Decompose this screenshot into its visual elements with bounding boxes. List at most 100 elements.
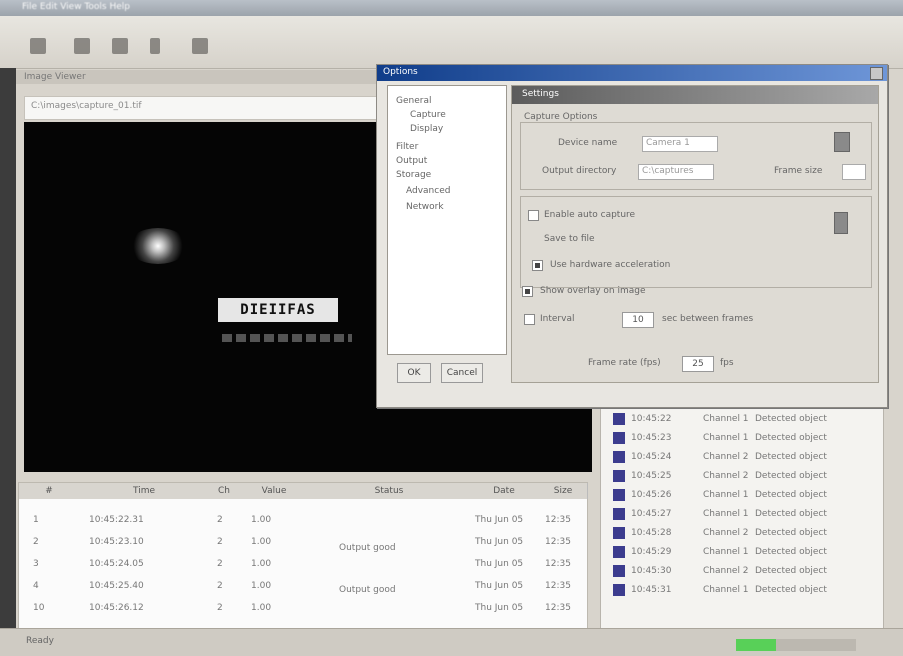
log-channel: Channel 1 [703, 547, 749, 557]
device-name-value: Camera 1 [646, 138, 690, 148]
log-icon [613, 508, 625, 520]
path-input[interactable]: C:\images\capture_01.tif [24, 96, 386, 120]
column-header[interactable]: Date [469, 483, 540, 499]
tree-item[interactable]: General [396, 96, 431, 106]
open-icon[interactable] [30, 38, 46, 54]
hw-accel-checkbox[interactable] [532, 260, 543, 271]
column-header[interactable]: # [19, 483, 80, 499]
cell: 2 [217, 603, 223, 613]
list-item[interactable]: 10:45:28 Channel 2 Detected object [607, 525, 839, 543]
list-item[interactable]: 10:45:25 Channel 2 Detected object [607, 468, 839, 486]
browse-icon[interactable] [834, 132, 850, 152]
log-time: 10:45:31 [631, 585, 672, 595]
tree-item[interactable]: Capture [410, 110, 446, 120]
list-item[interactable]: 10:45:31 Channel 1 Detected object [607, 582, 839, 600]
cell: 12:35 [545, 515, 571, 525]
cell: 2 [217, 581, 223, 591]
log-time: 10:45:30 [631, 566, 672, 576]
cell: 4 [33, 581, 39, 591]
column-header[interactable]: Value [239, 483, 310, 499]
cell: Thu Jun 05 [475, 581, 524, 591]
list-item[interactable]: 10:45:27 Channel 1 Detected object [607, 506, 839, 524]
cell: Thu Jun 05 [475, 603, 524, 613]
table-row[interactable]: 10 10:45:26.12 2 1.00 Thu Jun 05 12:35 [19, 599, 587, 619]
tree-item[interactable]: Display [410, 124, 443, 134]
log-time: 10:45:24 [631, 452, 672, 462]
log-time: 10:45:23 [631, 433, 672, 443]
table-row[interactable]: 1 10:45:22.31 2 1.00 Thu Jun 05 12:35 [19, 511, 587, 531]
column-header[interactable]: Size [539, 483, 588, 499]
table-row[interactable]: 4 10:45:25.40 2 1.00 Thu Jun 05 12:35 [19, 577, 587, 597]
tree-item[interactable]: Filter [396, 142, 418, 152]
cell: 2 [33, 537, 39, 547]
device-name-field[interactable]: Camera 1 [642, 136, 718, 152]
log-time: 10:45:27 [631, 509, 672, 519]
cell: 10:45:23.10 [89, 537, 144, 547]
cut-icon[interactable] [150, 38, 160, 54]
log-time: 10:45:22 [631, 414, 672, 424]
list-item[interactable]: 10:45:30 Channel 2 Detected object [607, 563, 839, 581]
log-message: Detected object [755, 566, 827, 576]
status-cell: Output good [339, 585, 396, 595]
results-table: # Time Ch Value Status Date Size 1 10:45… [18, 482, 588, 630]
list-item[interactable]: 10:45:26 Channel 1 Detected object [607, 487, 839, 505]
window-title: File Edit View Tools Help [22, 2, 130, 12]
cell: 1.00 [251, 537, 272, 547]
tree-item[interactable]: Advanced [406, 186, 450, 196]
settings-tree: General Capture Display Filter Output St… [387, 85, 507, 355]
cell: 10:45:26.12 [89, 603, 144, 613]
tree-item[interactable]: Storage [396, 170, 431, 180]
interval-unit-label: sec between frames [662, 314, 754, 324]
log-icon [613, 451, 625, 463]
cell: Thu Jun 05 [475, 515, 524, 525]
log-icon [613, 413, 625, 425]
log-channel: Channel 2 [703, 566, 749, 576]
frame-rate-unit: fps [720, 358, 734, 368]
column-header[interactable]: Status [309, 483, 470, 499]
list-item[interactable]: 10:45:23 Channel 1 Detected object [607, 430, 839, 448]
dialog-title: Options [383, 67, 418, 77]
info-icon [834, 212, 848, 234]
save-file-label: Save to file [544, 234, 595, 244]
ok-button[interactable]: OK [397, 363, 431, 383]
interval-checkbox[interactable] [524, 314, 535, 325]
interval-label: Interval [540, 314, 575, 324]
settings-icon[interactable] [192, 38, 208, 54]
log-icon [613, 565, 625, 577]
print-icon[interactable] [112, 38, 128, 54]
log-icon [613, 527, 625, 539]
frame-size-field[interactable] [842, 164, 866, 180]
auto-capture-checkbox[interactable] [528, 210, 539, 221]
status-cell: Output good [339, 543, 396, 553]
list-item[interactable]: 10:45:24 Channel 2 Detected object [607, 449, 839, 467]
cell: 12:35 [545, 581, 571, 591]
overlay-checkbox[interactable] [522, 286, 533, 297]
table-row[interactable]: 2 10:45:23.10 2 1.00 Thu Jun 05 12:35 [19, 533, 587, 553]
log-message: Detected object [755, 414, 827, 424]
list-item[interactable]: 10:45:29 Channel 1 Detected object [607, 544, 839, 562]
cancel-button[interactable]: Cancel [441, 363, 483, 383]
window-titlebar: File Edit View Tools Help [0, 0, 903, 16]
cell: Thu Jun 05 [475, 559, 524, 569]
tree-item[interactable]: Output [396, 156, 427, 166]
save-icon[interactable] [74, 38, 90, 54]
log-panel: 10:45:22 Channel 1 Detected object 10:45… [600, 396, 884, 630]
frame-rate-spinner[interactable]: 25 [682, 356, 714, 372]
column-header[interactable]: Ch [209, 483, 240, 499]
cell: 12:35 [545, 603, 571, 613]
log-message: Detected object [755, 452, 827, 462]
cell: 10:45:25.40 [89, 581, 144, 591]
list-item[interactable]: 10:45:22 Channel 1 Detected object [607, 411, 839, 429]
close-icon[interactable] [870, 67, 883, 80]
interval-spinner[interactable]: 10 [622, 312, 654, 328]
table-row[interactable]: 3 10:45:24.05 2 1.00 Thu Jun 05 12:35 [19, 555, 587, 575]
log-channel: Channel 2 [703, 452, 749, 462]
log-icon [613, 489, 625, 501]
log-channel: Channel 2 [703, 528, 749, 538]
output-dir-field[interactable]: C:\captures [638, 164, 714, 180]
log-channel: Channel 1 [703, 490, 749, 500]
column-header[interactable]: Time [79, 483, 210, 499]
progress-track [776, 639, 856, 651]
tree-item[interactable]: Network [406, 202, 444, 212]
settings-header-label: Settings [522, 89, 559, 99]
